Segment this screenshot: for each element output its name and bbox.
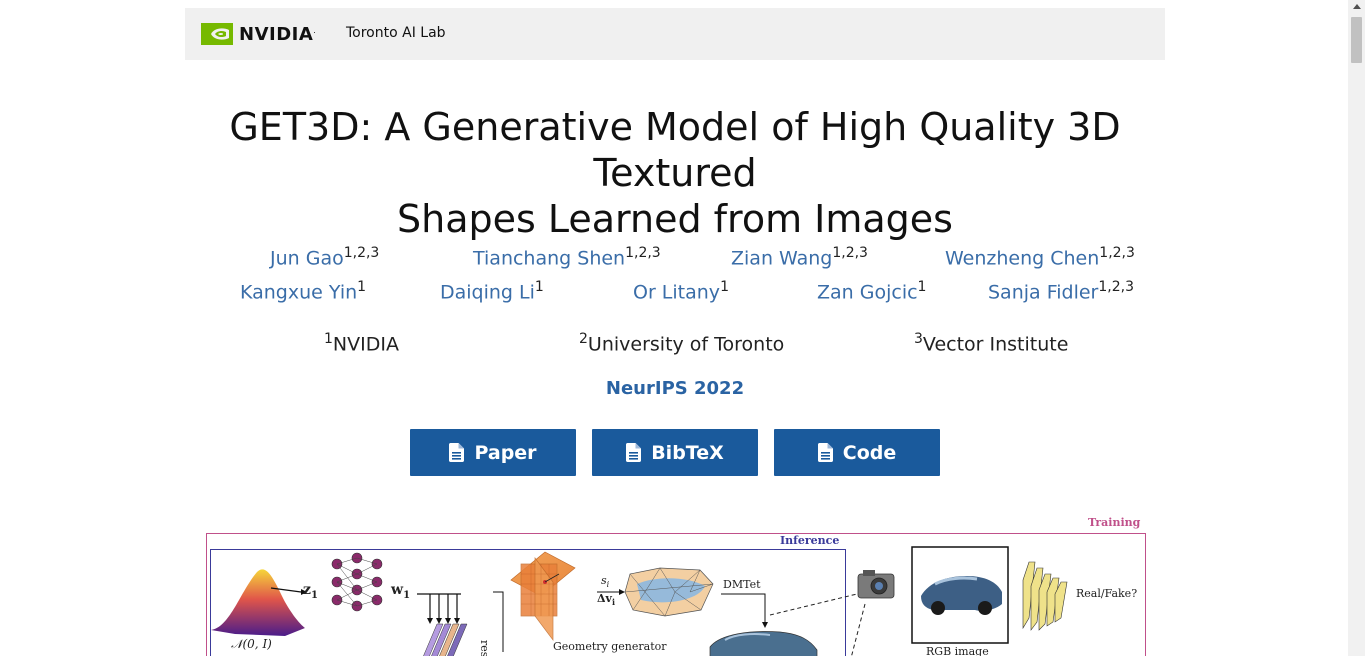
camera-icon <box>857 570 895 599</box>
pipeline-figure: Training Inference z1 w1 𝒩(0, I) si Δvi … <box>205 512 1150 656</box>
nvidia-eye-icon <box>201 23 233 45</box>
file-icon <box>817 443 833 462</box>
real-fake-label: Real/Fake? <box>1076 587 1138 600</box>
author-link[interactable]: Kangxue Yin1 <box>240 279 366 303</box>
scroll-up-arrow-icon[interactable] <box>1353 4 1361 9</box>
rgb-image-label: RGB image <box>926 645 989 656</box>
si-label: si <box>601 574 610 590</box>
affiliation: 3Vector Institute <box>914 331 1069 356</box>
author-link[interactable]: Wenzheng Chen1,2,3 <box>945 245 1135 269</box>
code-button-label: Code <box>842 441 897 464</box>
paper-button[interactable]: Paper <box>410 429 576 476</box>
z1-label: z1 <box>303 582 318 601</box>
author-link[interactable]: Daiqing Li1 <box>440 279 544 303</box>
author-link[interactable]: Sanja Fidler1,2,3 <box>988 279 1134 303</box>
author-link[interactable]: Jun Gao1,2,3 <box>270 245 379 269</box>
nvidia-wordmark: NVIDIA. <box>239 23 317 45</box>
pipeline-figure-graphic <box>206 533 1146 656</box>
dvi-label: Δvi <box>597 592 615 608</box>
venue-label: NeurIPS 2022 <box>605 378 745 399</box>
title-line-2: Shapes Learned from Images <box>397 197 953 241</box>
author-link[interactable]: Zan Gojcic1 <box>817 279 926 303</box>
title-line-1: GET3D: A Generative Model of High Qualit… <box>229 105 1121 195</box>
author-link[interactable]: Or Litany1 <box>633 279 729 303</box>
bibtex-button-label: BibTeX <box>651 441 724 464</box>
affiliation: 1NVIDIA <box>324 331 399 356</box>
author-link[interactable]: Zian Wang1,2,3 <box>731 245 868 269</box>
scrollbar-thumb[interactable] <box>1351 17 1362 63</box>
lab-name-link[interactable]: Toronto AI Lab <box>346 25 446 41</box>
normal-dist-label: 𝒩(0, I) <box>231 637 272 651</box>
bibtex-button[interactable]: BibTeX <box>592 429 758 476</box>
dmtet-label: DMTet <box>723 578 761 591</box>
code-button[interactable]: Code <box>774 429 940 476</box>
affiliation: 2University of Toronto <box>579 331 785 356</box>
page: NVIDIA. Toronto AI Lab GET3D: A Generati… <box>0 0 1365 656</box>
geometry-generator-label: Geometry generator <box>553 640 667 653</box>
paper-button-label: Paper <box>474 441 537 464</box>
vertical-scrollbar[interactable] <box>1348 0 1365 656</box>
page-title: GET3D: A Generative Model of High Qualit… <box>185 104 1165 242</box>
nvidia-logo[interactable]: NVIDIA. <box>201 22 316 46</box>
training-label: Training <box>1088 516 1141 529</box>
file-icon <box>449 443 465 462</box>
file-icon <box>626 443 642 462</box>
nvidia-logo-text: NVIDIA <box>239 23 314 45</box>
header-bar: NVIDIA. Toronto AI Lab <box>185 8 1165 60</box>
author-link[interactable]: Tianchang Shen1,2,3 <box>473 245 661 269</box>
w1-label: w1 <box>391 582 411 601</box>
res-label: res <box>478 640 491 656</box>
inference-label: Inference <box>780 534 840 547</box>
